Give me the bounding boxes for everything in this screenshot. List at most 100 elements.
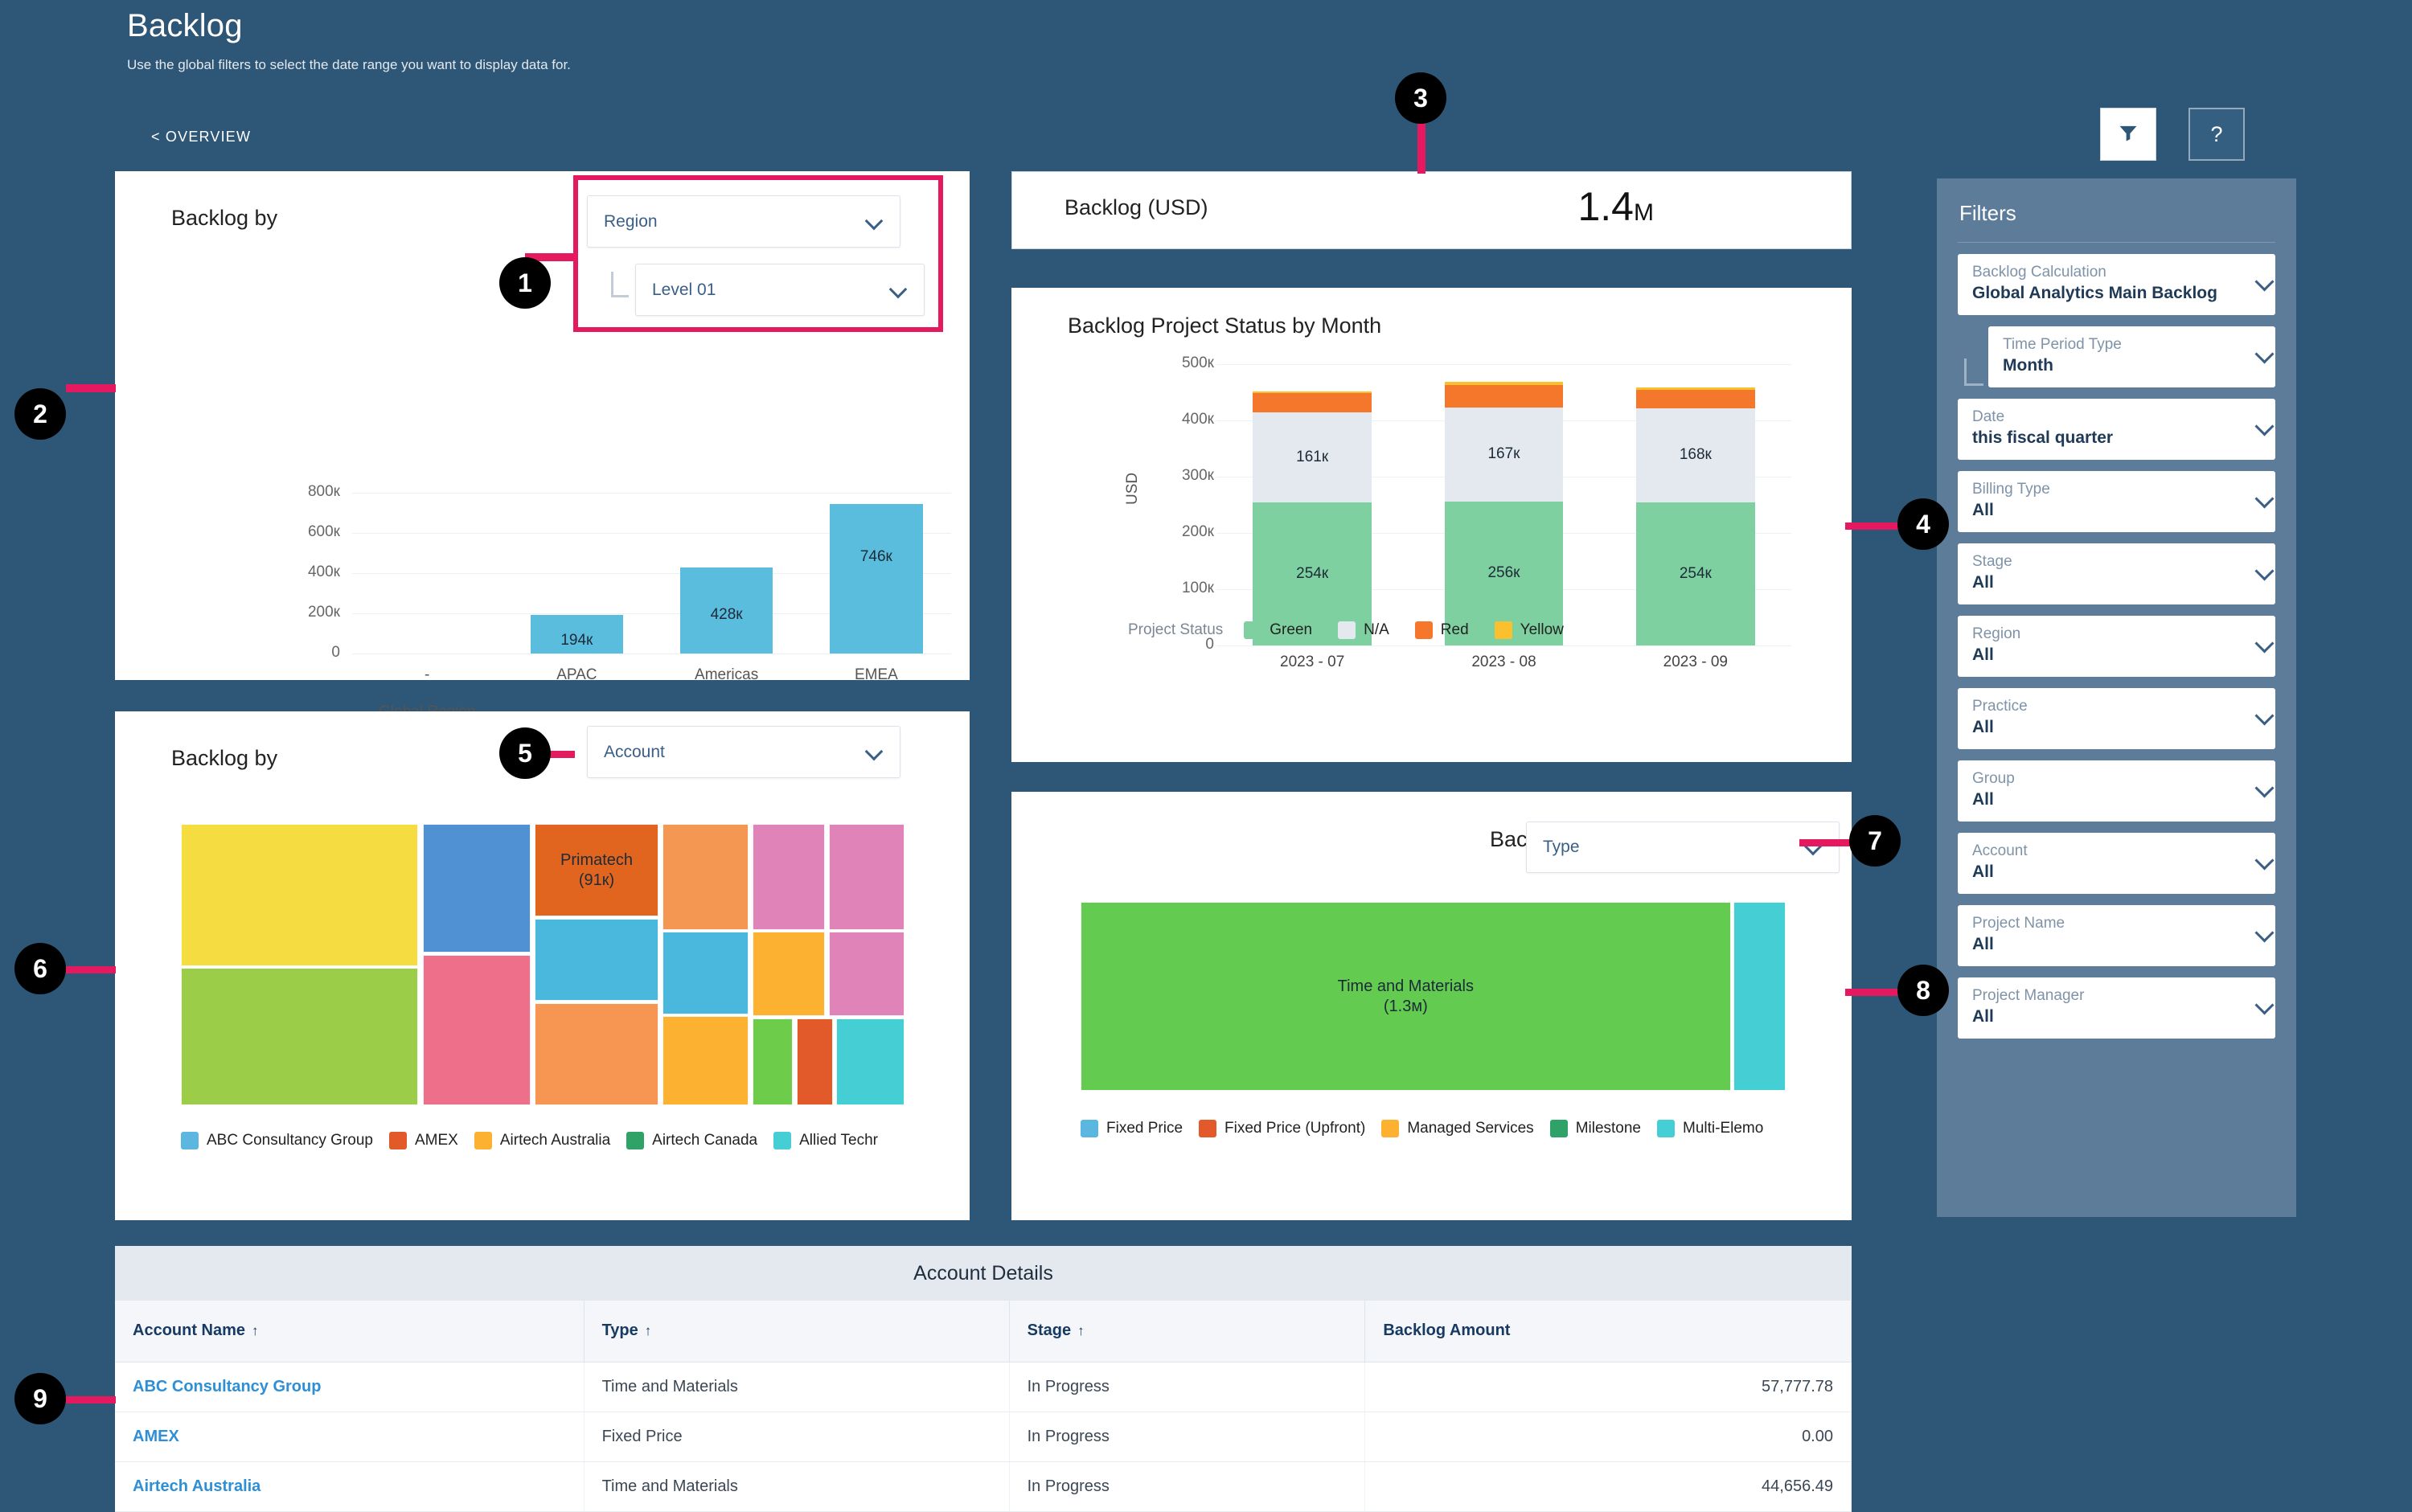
filter-value: All [1972,790,1994,809]
bar-value-label: 746к [859,547,892,565]
y-axis-tick: 300к [1181,467,1214,484]
treemap-tile[interactable] [753,824,825,930]
treemap-tile[interactable] [753,1018,793,1105]
treemap-tile[interactable] [535,1002,658,1105]
filter-date[interactable]: Date this fiscal quarter [1958,399,2275,460]
treemap-tile[interactable]: Time and Materials (1.3м) [1081,902,1731,1091]
treemap-tile[interactable] [181,968,419,1105]
legend-item[interactable]: AMEX [389,1132,458,1149]
filter-project-name[interactable]: Project Name All [1958,905,2275,966]
filter-stage[interactable]: Stage All [1958,543,2275,604]
help-button[interactable]: ? [2188,108,2245,161]
bar[interactable] [830,503,923,654]
legend-swatch [626,1132,645,1149]
bar-value-label: 194к [560,632,593,649]
stack-segment-yellow[interactable] [1253,391,1372,394]
treemap-tile[interactable] [1733,902,1786,1091]
legend-item[interactable]: Multi-Elemo [1657,1120,1763,1137]
treemap-tile[interactable] [829,824,904,930]
treemap-tile[interactable] [535,918,658,1002]
type-treemap: Time and Materials (1.3м) [1081,902,1786,1091]
region-level-select[interactable]: Level 01 [635,264,925,316]
stack-segment-red[interactable] [1253,393,1372,412]
legend-swatch [1244,621,1262,639]
treemap-tile[interactable] [662,932,749,1014]
treemap-tile[interactable] [753,932,825,1017]
legend-item[interactable]: Fixed Price [1081,1120,1183,1137]
legend-item[interactable]: ABC Consultancy Group [181,1132,373,1149]
treemap-tile[interactable] [181,824,419,966]
x-axis-tick: - [424,666,430,683]
callout-marker-8: 8 [1897,965,1949,1016]
account-link[interactable]: ABC Consultancy Group [133,1378,321,1395]
legend-item[interactable]: Fixed Price (Upfront) [1199,1120,1365,1137]
table-column-header[interactable]: Stage ↑ [1009,1301,1366,1362]
backlog-by-account-card: Backlog by Primatech (91к) ABC Consultanc… [115,711,970,1220]
stacked-bar[interactable]: 254к 161к [1253,364,1372,645]
legend-item[interactable]: Allied Techr [773,1132,878,1149]
legend-item[interactable]: Milestone [1549,1120,1641,1137]
table-column-header[interactable]: Type ↑ [584,1301,1010,1362]
filter-project-manager[interactable]: Project Manager All [1958,977,2275,1039]
treemap-tile[interactable] [836,1018,904,1105]
legend-label: AMEX [415,1132,458,1149]
account-link[interactable]: Airtech Australia [133,1477,260,1495]
stack-segment-red[interactable] [1635,390,1755,408]
treemap-tile[interactable] [796,1018,833,1105]
stacked-bar[interactable]: 254к 168к [1635,364,1755,645]
treemap-tile[interactable] [662,1016,749,1105]
legend-label: Fixed Price [1106,1120,1183,1137]
legend-item[interactable]: Airtech Canada [626,1132,757,1149]
kpi-number: 1.4 [1577,184,1634,229]
account-link[interactable]: AMEX [133,1428,179,1445]
legend-swatch [1381,1120,1400,1137]
stack-segment-red[interactable] [1444,384,1564,408]
legend-label: N/A [1364,621,1389,638]
treemap-tile[interactable]: Primatech (91к) [535,824,658,917]
legend-item[interactable]: Managed Services [1381,1120,1534,1137]
x-axis-tick: 2023 - 07 [1280,654,1345,670]
account-dimension-select[interactable]: Account [587,726,900,778]
filter-backlog-calculation[interactable]: Backlog Calculation Global Analytics Main… [1958,254,2275,315]
legend-swatch [1414,621,1433,639]
stack-segment-yellow[interactable] [1444,381,1564,385]
cell-type: Time and Materials [584,1461,1010,1512]
filter-practice[interactable]: Practice All [1958,688,2275,749]
filter-billing-type[interactable]: Billing Type All [1958,471,2275,532]
page-subtitle: Use the global filters to select the dat… [127,57,571,72]
filter-toggle-button[interactable] [2100,108,2156,161]
y-axis-tick: 400к [1181,411,1214,428]
filter-region[interactable]: Region All [1958,616,2275,677]
legend-item[interactable]: Red [1414,621,1469,639]
filter-value: Global Analytics Main Backlog [1972,284,2217,302]
callout-marker-9: 9 [14,1373,66,1424]
filter-label: Project Manager [1972,987,2085,1004]
filter-account[interactable]: Account All [1958,833,2275,894]
legend-item[interactable]: Airtech Australia [474,1132,610,1149]
treemap-tile[interactable] [422,824,531,953]
legend-swatch [1549,1120,1568,1137]
table-column-header[interactable]: Backlog Amount [1364,1301,1852,1362]
callout-marker-2: 2 [14,388,66,440]
overview-back-link[interactable]: < OVERVIEW [151,129,251,145]
filter-time-period-type[interactable]: Time Period Type Month [1988,326,2275,387]
filter-value: All [1972,863,1994,881]
treemap-tile[interactable] [422,954,531,1105]
x-axis-tick: 2023 - 08 [1471,654,1536,670]
filter-value: this fiscal quarter [1972,428,2114,447]
table-column-header[interactable]: Account Name ↑ [115,1301,585,1362]
legend-item[interactable]: Yellow [1494,621,1564,639]
kpi-label: Backlog (USD) [1064,195,1208,219]
treemap-tile[interactable] [662,824,749,930]
callout-leader-line [1799,839,1856,846]
type-dimension-select[interactable]: Type [1526,822,1840,873]
region-dimension-select[interactable]: Region [587,195,900,248]
legend-item[interactable]: Green [1244,621,1312,639]
legend-item[interactable]: N/A [1338,621,1389,639]
treemap-tile[interactable] [829,932,904,1017]
gridline [1216,645,1791,646]
stack-segment-yellow[interactable] [1635,387,1755,391]
status-chart-title: Backlog Project Status by Month [1068,313,1382,338]
stacked-bar[interactable]: 256к 167к [1444,364,1564,645]
filter-group[interactable]: Group All [1958,760,2275,822]
